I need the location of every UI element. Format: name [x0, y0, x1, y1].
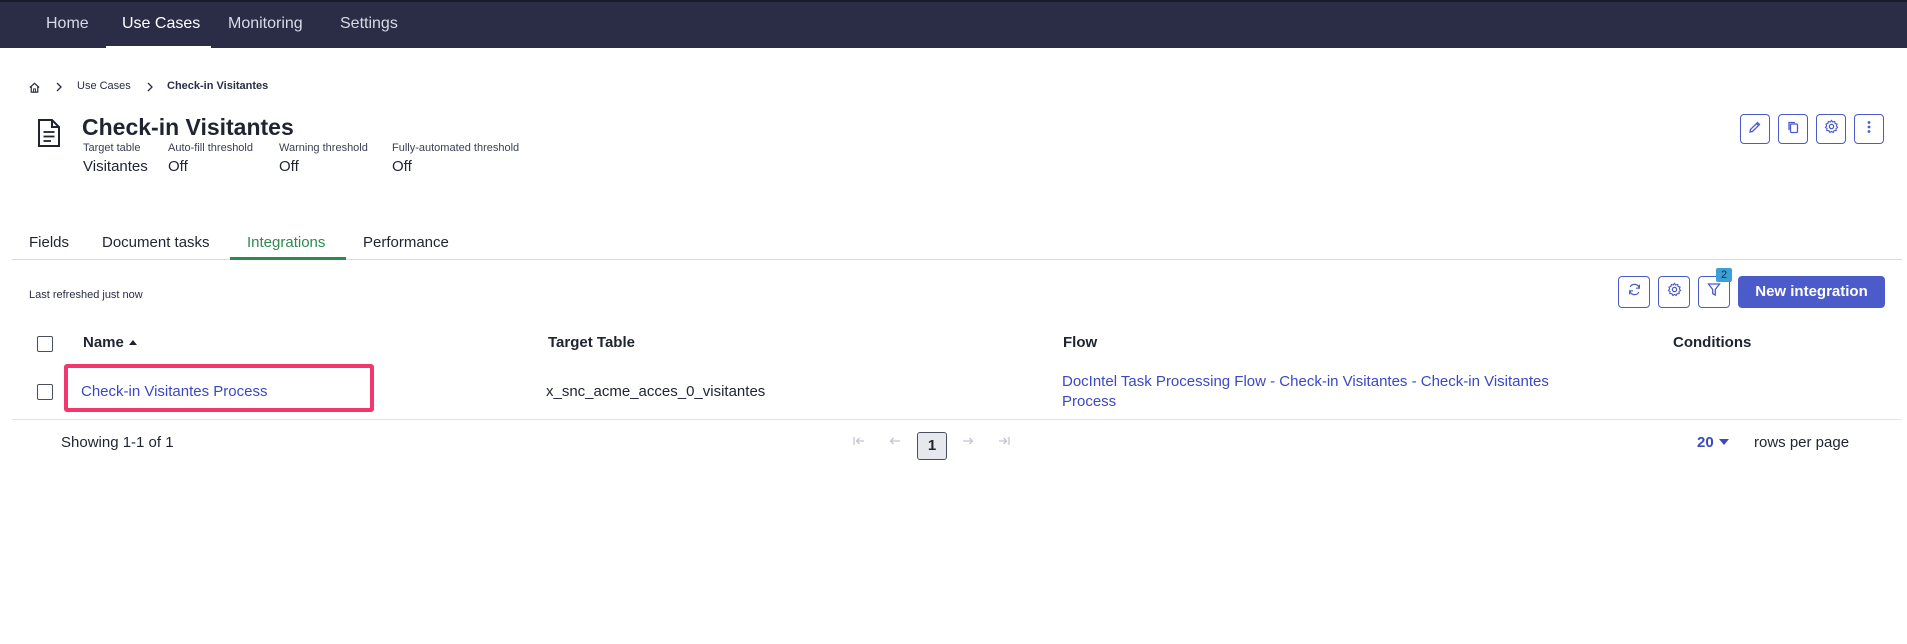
tab-document-tasks[interactable]: Document tasks [102, 234, 210, 251]
filter-count-badge: 2 [1716, 268, 1732, 282]
meta-target-table: Target table Visitantes [83, 142, 148, 175]
previous-page-button[interactable] [885, 434, 905, 452]
arrow-right-icon [961, 434, 975, 452]
new-integration-button[interactable]: New integration [1738, 276, 1885, 308]
meta-fully-automated-threshold: Fully-automated threshold Off [392, 142, 519, 175]
meta-label: Warning threshold [279, 142, 368, 154]
refresh-button[interactable] [1618, 276, 1650, 308]
column-header-target-table[interactable]: Target Table [548, 334, 635, 351]
integration-name-link[interactable]: Check-in Visitantes Process [81, 383, 267, 400]
top-navigation: Home Use Cases Monitoring Settings [0, 0, 1907, 49]
copy-icon [1786, 120, 1800, 139]
rows-per-page-value: 20 [1697, 434, 1714, 451]
chevron-right-icon [55, 80, 63, 97]
more-vertical-icon [1867, 120, 1871, 139]
last-refreshed-text: Last refreshed just now [29, 289, 143, 301]
column-header-conditions[interactable]: Conditions [1673, 334, 1751, 351]
refresh-icon [1627, 282, 1642, 302]
meta-value: Off [392, 158, 412, 175]
gear-icon [1824, 119, 1839, 139]
copy-button[interactable] [1778, 114, 1808, 144]
tab-fields[interactable]: Fields [29, 234, 69, 251]
rows-per-page-label: rows per page [1754, 434, 1850, 451]
next-page-button[interactable] [958, 434, 978, 452]
sort-ascending-icon [128, 340, 137, 345]
gear-icon [1667, 282, 1682, 302]
meta-value: Visitantes [83, 158, 148, 175]
table-settings-button[interactable] [1658, 276, 1690, 308]
breadcrumb-current: Check-in Visitantes [167, 80, 269, 92]
active-tab-indicator [230, 257, 346, 260]
chevron-right-icon [146, 80, 154, 97]
flow-link[interactable]: DocIntel Task Processing Flow - Check-in… [1062, 372, 1602, 412]
chevron-down-icon [1718, 439, 1729, 445]
row-checkbox[interactable] [37, 384, 53, 400]
nav-settings[interactable]: Settings [340, 2, 398, 48]
edit-icon [1748, 120, 1762, 139]
meta-label: Target table [83, 142, 141, 154]
select-all-checkbox[interactable] [37, 336, 53, 352]
meta-label: Auto-fill threshold [168, 142, 253, 154]
nav-use-cases[interactable]: Use Cases [122, 2, 200, 48]
current-page[interactable]: 1 [917, 432, 947, 460]
column-header-name[interactable]: Name [83, 334, 137, 351]
more-options-button[interactable] [1854, 114, 1884, 144]
showing-count: Showing 1-1 of 1 [61, 434, 174, 451]
document-icon [35, 118, 63, 148]
first-page-icon [852, 434, 866, 452]
meta-auto-fill-threshold: Auto-fill threshold Off [168, 142, 253, 175]
first-page-button[interactable] [849, 434, 869, 452]
page-title: Check-in Visitantes [82, 114, 294, 140]
edit-button[interactable] [1740, 114, 1770, 144]
meta-warning-threshold: Warning threshold Off [279, 142, 368, 175]
settings-button[interactable] [1816, 114, 1846, 144]
target-table-cell: x_snc_acme_acces_0_visitantes [546, 383, 766, 400]
nav-monitoring[interactable]: Monitoring [228, 2, 303, 48]
column-name-label: Name [83, 334, 124, 351]
tab-bar: Fields Document tasks Integrations Perfo… [12, 228, 1902, 260]
last-page-button[interactable] [994, 434, 1014, 452]
row-divider [12, 419, 1902, 420]
home-icon[interactable] [28, 81, 41, 97]
filter-icon [1707, 282, 1721, 302]
meta-label: Fully-automated threshold [392, 142, 520, 154]
column-header-flow[interactable]: Flow [1063, 334, 1097, 351]
rows-per-page-select[interactable]: 20 [1697, 434, 1729, 451]
breadcrumb-use-cases[interactable]: Use Cases [77, 80, 131, 92]
last-page-icon [997, 434, 1011, 452]
meta-value: Off [168, 158, 188, 175]
nav-active-indicator [106, 46, 211, 49]
tab-performance[interactable]: Performance [363, 234, 449, 251]
nav-home[interactable]: Home [46, 2, 89, 48]
tab-integrations[interactable]: Integrations [247, 234, 325, 251]
arrow-left-icon [888, 434, 902, 452]
meta-value: Off [279, 158, 299, 175]
